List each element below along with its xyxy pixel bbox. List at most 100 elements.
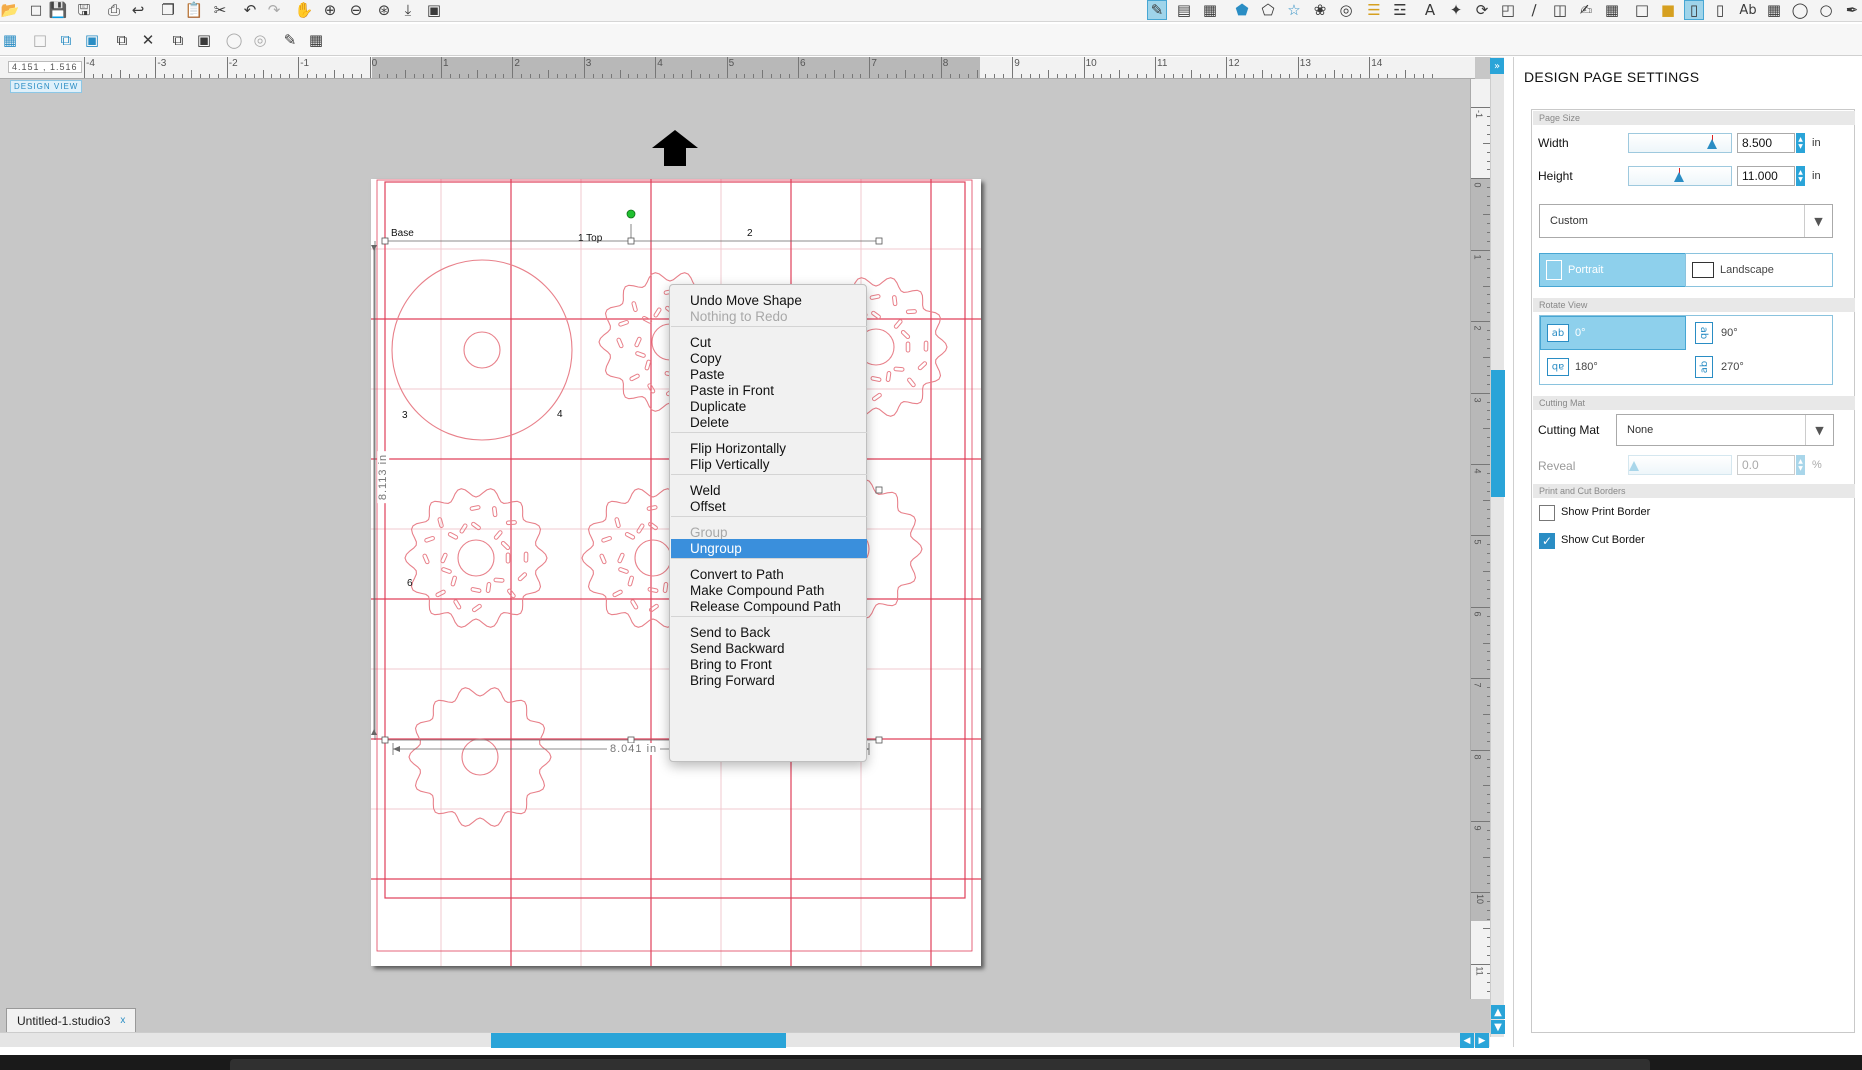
- offset-icon[interactable]: ☲: [1390, 0, 1410, 20]
- trace-icon[interactable]: ✦: [1446, 0, 1466, 20]
- vertical-scrollbar[interactable]: ▲ ▼: [1490, 57, 1505, 1037]
- ruler-tick: [815, 74, 817, 78]
- open-folder-icon[interactable]: 📂: [0, 0, 20, 20]
- zoom-in-icon[interactable]: ⊕: [320, 0, 340, 20]
- weld-icon[interactable]: ⧉: [112, 30, 132, 50]
- align-icon[interactable]: ◎: [1336, 0, 1356, 20]
- portrait-button[interactable]: Portrait: [1539, 253, 1686, 287]
- menu-item-flip-vertically[interactable]: Flip Vertically: [671, 455, 867, 474]
- ungroup-icon[interactable]: □: [30, 30, 50, 50]
- ruler-tick: [878, 74, 880, 78]
- ruler-tick: [1047, 70, 1049, 78]
- settings-icon[interactable]: ▯: [1710, 0, 1730, 20]
- rotate-180-button[interactable]: ab 180°: [1540, 350, 1686, 384]
- pan-icon[interactable]: ✋: [294, 0, 314, 20]
- fill-icon[interactable]: ⬠: [1258, 0, 1278, 20]
- scroll-left-button[interactable]: ◀: [1460, 1033, 1474, 1048]
- rotate-90-button[interactable]: ab 90°: [1686, 316, 1832, 350]
- text-style-icon[interactable]: ❀: [1310, 0, 1330, 20]
- reveal-stepper[interactable]: ▲ ▼: [1796, 455, 1805, 475]
- new-document-icon[interactable]: □: [26, 0, 46, 20]
- undo-icon[interactable]: ↶: [240, 0, 260, 20]
- transform-icon[interactable]: ◰: [1498, 0, 1518, 20]
- scroll-right-button[interactable]: ▶: [1475, 1033, 1489, 1048]
- registration-icon[interactable]: ▦: [1200, 0, 1220, 20]
- draw-icon[interactable]: ✎: [280, 30, 300, 50]
- panel-collapse-button[interactable]: »: [1490, 58, 1504, 74]
- close-tab-icon[interactable]: x: [120, 1015, 125, 1026]
- reveal-slider-knob[interactable]: [1629, 461, 1639, 471]
- compound-path-icon[interactable]: ⧉: [56, 30, 76, 50]
- height-slider-knob[interactable]: [1674, 172, 1684, 182]
- send-icon[interactable]: ↩: [128, 0, 148, 20]
- line-style-icon[interactable]: ☆: [1284, 0, 1304, 20]
- text-icon-ab[interactable]: Ab: [1738, 0, 1758, 20]
- landscape-button[interactable]: Landscape: [1685, 253, 1833, 287]
- height-input[interactable]: 11.000: [1737, 166, 1795, 186]
- sketch-icon[interactable]: ✍: [1576, 0, 1596, 20]
- pen-icon[interactable]: ✒: [1842, 0, 1862, 20]
- menu-item-bring-forward[interactable]: Bring Forward: [671, 671, 867, 690]
- show-print-border-checkbox[interactable]: [1539, 505, 1555, 521]
- text-icon[interactable]: A: [1420, 0, 1440, 20]
- grid-icon[interactable]: ▦: [1764, 0, 1784, 20]
- reveal-slider[interactable]: [1628, 455, 1732, 475]
- vertical-scroll-thumb[interactable]: [1491, 370, 1505, 497]
- show-cut-border-checkbox[interactable]: ✓: [1539, 533, 1555, 549]
- store-icon[interactable]: □: [1632, 0, 1652, 20]
- duplicate-icon[interactable]: ⧉: [168, 30, 188, 50]
- reveal-input[interactable]: 0.0: [1737, 455, 1795, 475]
- width-stepper[interactable]: ▲ ▼: [1796, 133, 1805, 153]
- design-page-icon[interactable]: ✎: [1147, 0, 1167, 20]
- height-stepper[interactable]: ▲ ▼: [1796, 166, 1805, 186]
- menu-item-release-compound-path[interactable]: Release Compound Path: [671, 597, 867, 616]
- subtract-icon[interactable]: ✕: [138, 30, 158, 50]
- print-cut-icon[interactable]: ■: [1658, 0, 1678, 20]
- horizontal-scroll-thumb[interactable]: [491, 1033, 786, 1048]
- fit-page-icon[interactable]: ▣: [424, 0, 444, 20]
- width-input[interactable]: 8.500: [1737, 133, 1795, 153]
- send-panel-icon[interactable]: ▯: [1684, 0, 1704, 20]
- width-slider-knob[interactable]: [1707, 139, 1717, 149]
- cutting-mat-select[interactable]: None ▼: [1616, 414, 1834, 446]
- layers-icon[interactable]: ◫: [1550, 0, 1570, 20]
- fill-pattern-icon[interactable]: ▦: [306, 30, 326, 50]
- print-icon[interactable]: ⎙: [104, 0, 124, 20]
- paste-icon[interactable]: 📋: [184, 0, 204, 20]
- horizontal-scrollbar[interactable]: ◀ ▶: [0, 1032, 1490, 1048]
- pixscan-icon[interactable]: ◎: [250, 30, 270, 50]
- save-as-icon[interactable]: 🖫: [74, 0, 94, 20]
- save-icon[interactable]: 💾: [48, 0, 68, 20]
- zoom-out-icon[interactable]: ⊖: [346, 0, 366, 20]
- modify-icon[interactable]: ⟳: [1472, 0, 1492, 20]
- redo-icon[interactable]: ↷: [264, 0, 284, 20]
- image-effects-icon[interactable]: ◯: [1790, 0, 1810, 20]
- scroll-down-button[interactable]: ▼: [1491, 1020, 1505, 1034]
- ruler-tick: [351, 74, 353, 78]
- offset-tool-icon[interactable]: ▣: [194, 30, 214, 50]
- zoom-fit-icon[interactable]: ⤓: [398, 0, 418, 20]
- copy-icon[interactable]: ❐: [158, 0, 178, 20]
- sprinkle-shape: [500, 540, 511, 551]
- scroll-up-button[interactable]: ▲: [1491, 1005, 1505, 1019]
- page-size-preset-select[interactable]: Custom ▼: [1539, 204, 1833, 238]
- menu-item-offset[interactable]: Offset: [671, 497, 867, 516]
- width-slider[interactable]: [1628, 133, 1732, 153]
- eraser-icon[interactable]: ◯: [224, 30, 244, 50]
- menu-item-delete[interactable]: Delete: [671, 413, 867, 432]
- group-icon[interactable]: ▦: [0, 30, 20, 50]
- library-icon[interactable]: ▦: [1602, 0, 1622, 20]
- page-setup-icon[interactable]: ▤: [1174, 0, 1194, 20]
- height-slider[interactable]: [1628, 166, 1732, 186]
- release-compound-icon[interactable]: ▣: [82, 30, 102, 50]
- shape-icon[interactable]: ⬟: [1232, 0, 1252, 20]
- document-tab[interactable]: Untitled-1.studio3 x: [6, 1008, 137, 1032]
- knife-icon[interactable]: ∕: [1524, 0, 1544, 20]
- rotate-270-button[interactable]: ab 270°: [1686, 350, 1832, 384]
- rotate-0-button[interactable]: ab 0°: [1540, 316, 1686, 350]
- zoom-select-icon[interactable]: ⊛: [374, 0, 394, 20]
- cut-icon[interactable]: ✂: [210, 0, 230, 20]
- tracing-icon[interactable]: ○: [1816, 0, 1836, 20]
- replicate-icon[interactable]: ☰: [1364, 0, 1384, 20]
- menu-item-ungroup[interactable]: Ungroup: [671, 539, 867, 558]
